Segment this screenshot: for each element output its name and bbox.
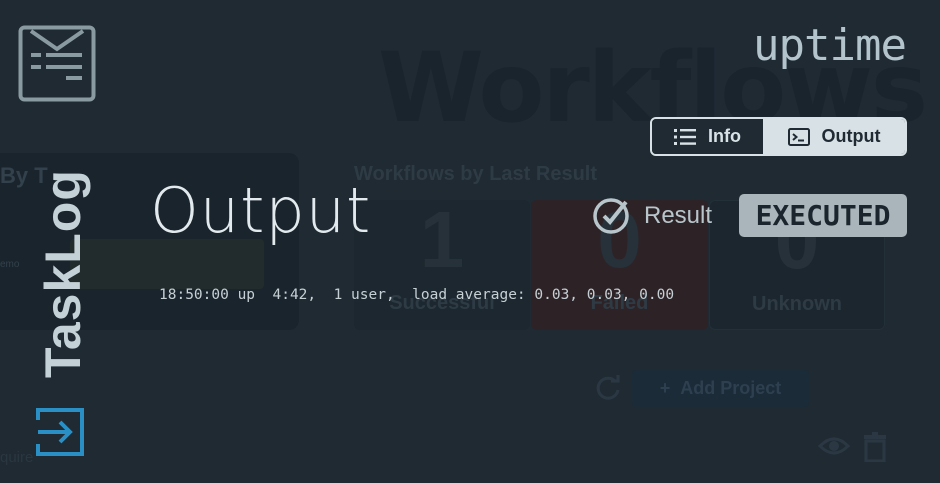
exit-icon[interactable] (34, 406, 86, 458)
tab-output[interactable]: Output (763, 119, 905, 154)
list-icon (674, 128, 696, 145)
tab-output-label: Output (821, 126, 881, 146)
command-name: uptime (753, 20, 907, 71)
check-circle-icon (593, 198, 629, 234)
output-overlay: TaskLog uptime Info Output Output Result… (0, 0, 940, 483)
view-tabs: Info Output (650, 117, 907, 156)
status-badge: EXECUTED (739, 194, 907, 237)
command-output: 18:50:00 up 4:42, 1 user, load average: … (159, 287, 675, 303)
result-label: Result (644, 202, 713, 229)
tab-info-label: Info (708, 126, 741, 146)
tab-info[interactable]: Info (652, 119, 763, 154)
terminal-icon (787, 127, 810, 146)
output-heading: Output (150, 174, 372, 247)
brand-wordmark: TaskLog (35, 169, 91, 378)
tasklog-logo-icon (18, 25, 96, 102)
